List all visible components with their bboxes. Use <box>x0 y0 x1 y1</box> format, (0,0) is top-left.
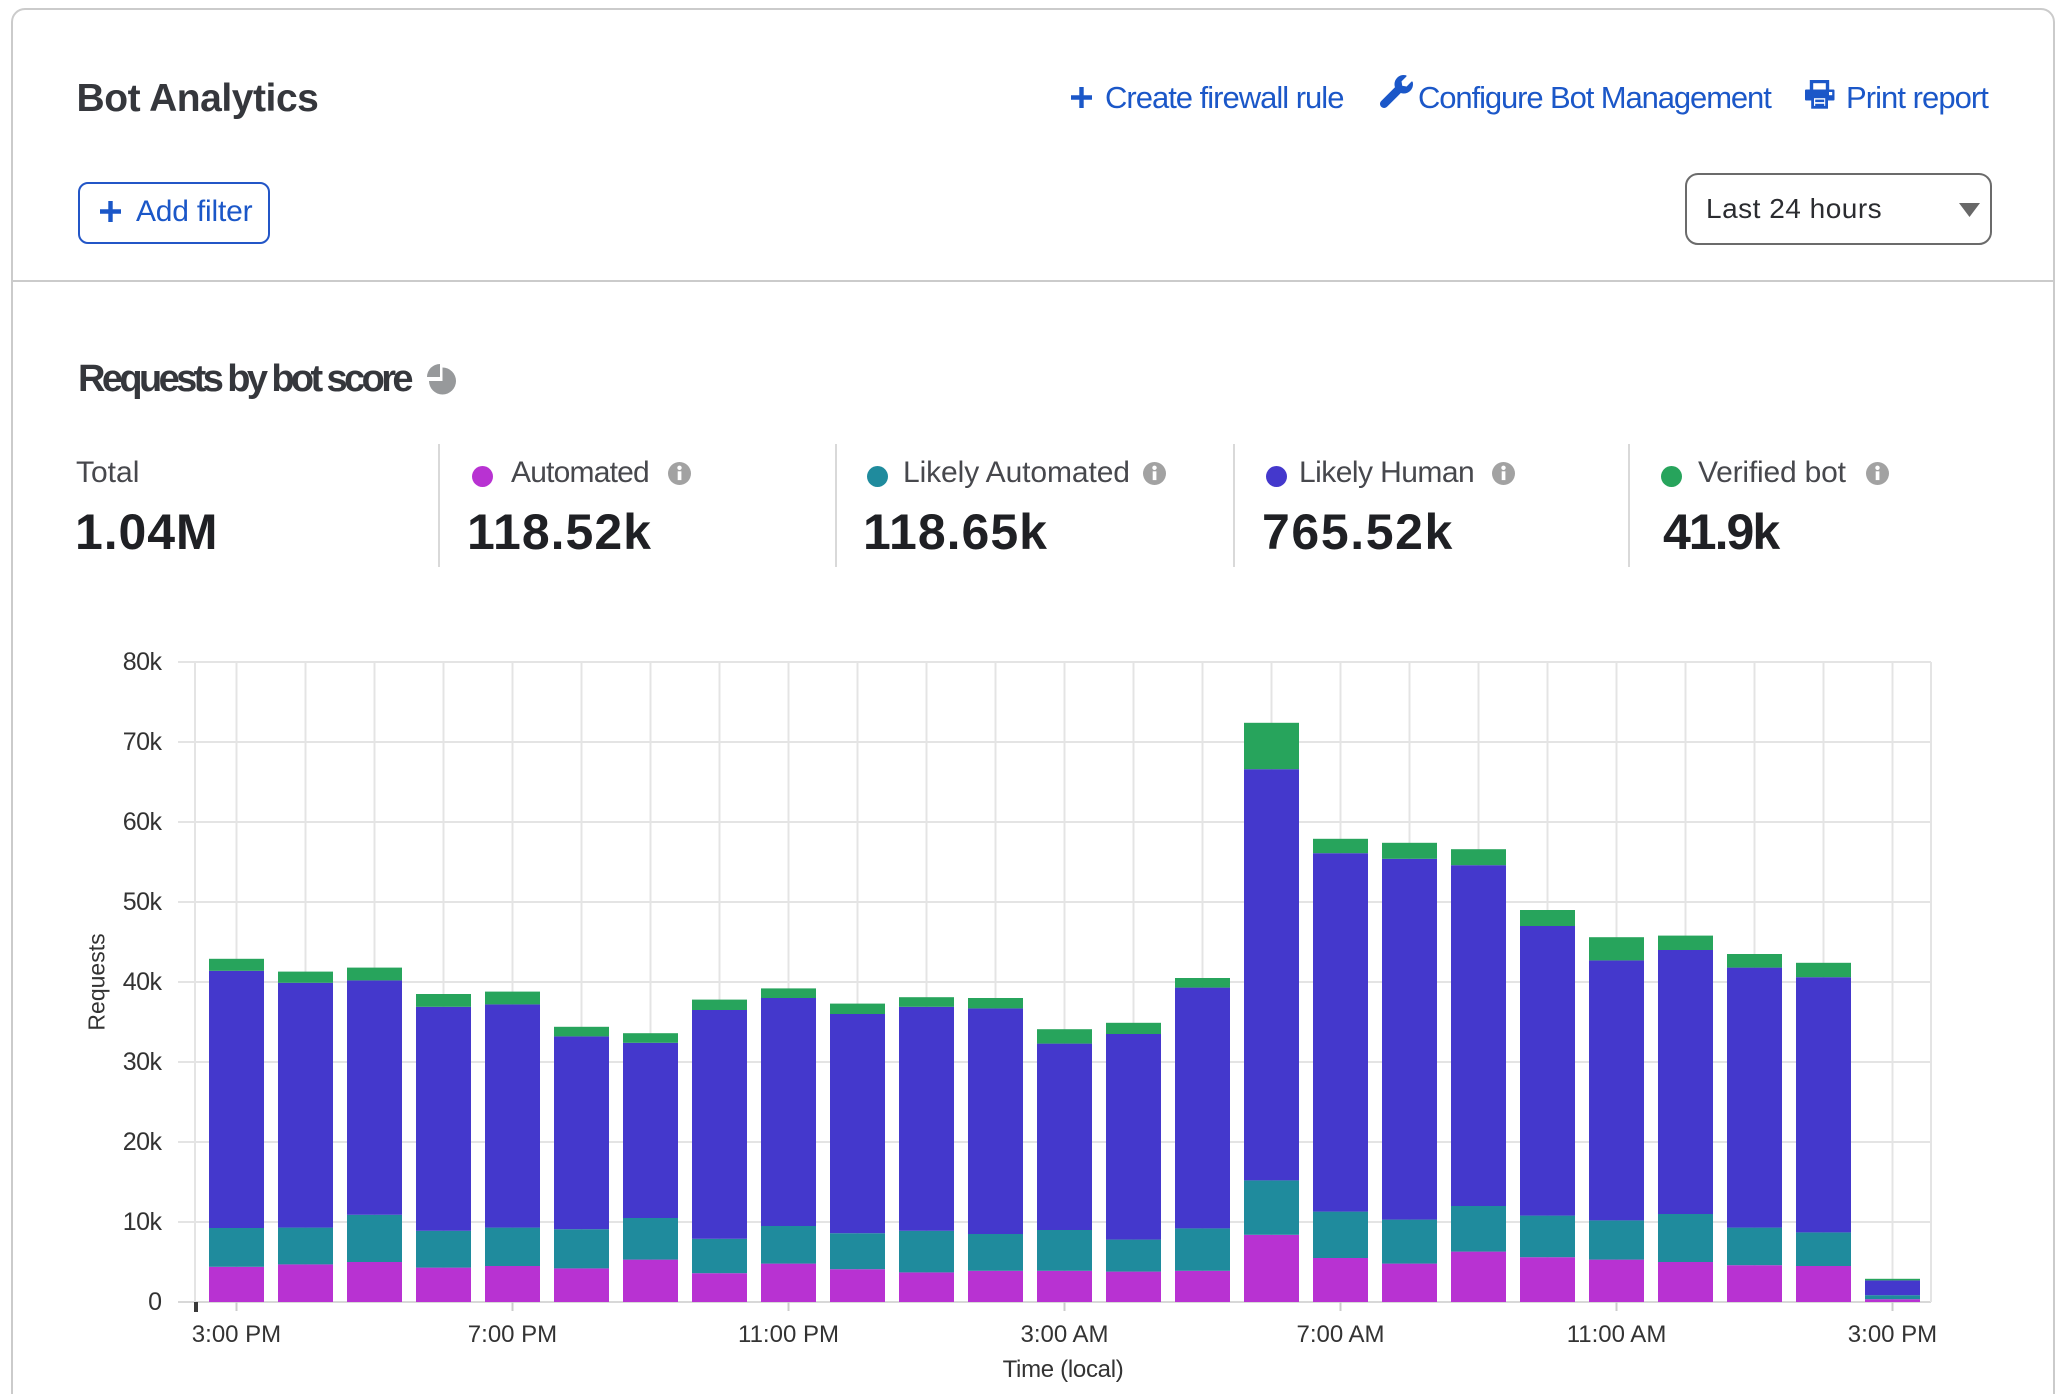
svg-text:11:00 PM: 11:00 PM <box>738 1321 839 1348</box>
svg-text:0: 0 <box>148 1288 161 1316</box>
svg-text:7:00 PM: 7:00 PM <box>468 1321 557 1348</box>
svg-text:3:00 PM: 3:00 PM <box>1848 1321 1937 1348</box>
svg-text:7:00 AM: 7:00 AM <box>1296 1321 1384 1348</box>
svg-text:30k: 30k <box>123 1048 163 1076</box>
svg-text:20k: 20k <box>123 1128 163 1156</box>
svg-text:10k: 10k <box>123 1208 163 1236</box>
svg-text:50k: 50k <box>123 888 163 916</box>
svg-text:70k: 70k <box>123 728 163 756</box>
svg-text:11:00 AM: 11:00 AM <box>1567 1321 1667 1348</box>
svg-text:3:00 PM: 3:00 PM <box>192 1321 281 1348</box>
svg-text:60k: 60k <box>123 808 163 836</box>
svg-text:3:00 AM: 3:00 AM <box>1020 1321 1108 1348</box>
svg-text:Time (local): Time (local) <box>1003 1356 1124 1383</box>
svg-text:80k: 80k <box>123 648 163 676</box>
svg-text:Requests: Requests <box>84 933 110 1030</box>
svg-text:40k: 40k <box>123 968 163 996</box>
